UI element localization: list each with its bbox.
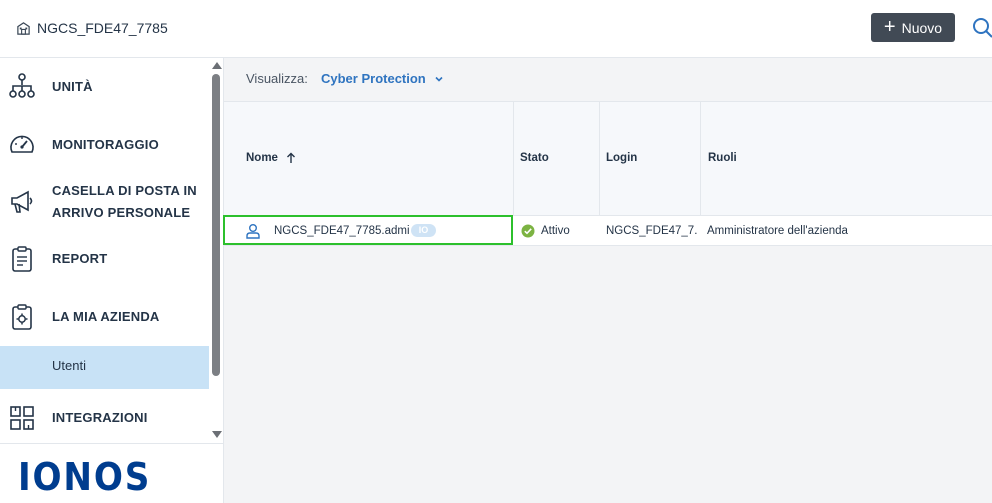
column-header-login[interactable]: Login	[599, 102, 700, 217]
top-bar: NGCS_FDE47_7785 + Nuovo	[0, 0, 992, 58]
sidebar-item-label: MONITORAGGIO	[52, 137, 159, 152]
sidebar-item-personal-inbox[interactable]: CASELLA DI POSTA IN ARRIVO PERSONALE	[0, 180, 209, 224]
sidebar-item-users[interactable]: Utenti	[0, 346, 209, 389]
clipboard-report-icon	[12, 246, 32, 272]
sort-ascending-icon[interactable]	[286, 152, 296, 164]
sidebar-item-label: INTEGRAZIONI	[52, 410, 148, 425]
search-icon[interactable]	[972, 17, 992, 39]
sidebar-scrollbar[interactable]	[209, 58, 224, 443]
tenant-selector[interactable]: NGCS_FDE47_7785	[16, 20, 168, 36]
view-selector-dropdown[interactable]: Cyber Protection	[321, 71, 444, 86]
column-header-name[interactable]: Nome	[224, 102, 513, 217]
integrations-grid-icon	[10, 406, 34, 430]
column-header-roles[interactable]: Ruoli	[700, 102, 992, 217]
view-label: Visualizza:	[246, 71, 308, 86]
table-row[interactable]: NGCS_FDE47_7785.admin IO Attivo NGCS_FDE…	[223, 215, 992, 246]
view-selector-value: Cyber Protection	[321, 71, 426, 86]
sidebar-item-label: REPORT	[52, 251, 108, 266]
new-button[interactable]: + Nuovo	[871, 13, 955, 42]
sidebar-divider	[0, 443, 224, 444]
sidebar-item-integrations[interactable]: INTEGRAZIONI	[0, 403, 209, 433]
brand-logo: IONOS	[18, 455, 152, 499]
megaphone-icon	[11, 190, 33, 213]
new-button-label: Nuovo	[901, 19, 943, 36]
main-content: Visualizza: Cyber Protection Nome Stato …	[223, 58, 992, 503]
sidebar-item-label: ARRIVO PERSONALE	[52, 205, 191, 220]
sidebar: UNITÀ MONITORAGGIO CASELLA DI POSTA IN A…	[0, 58, 224, 503]
roles-text: Amministratore dell'azienda	[707, 225, 848, 237]
sidebar-item-monitoring[interactable]: MONITORAGGIO	[0, 130, 209, 160]
building-icon	[17, 21, 30, 35]
sidebar-item-my-company[interactable]: LA MIA AZIENDA	[0, 302, 209, 332]
plus-icon: +	[883, 15, 896, 38]
view-bar: Visualizza: Cyber Protection	[224, 58, 992, 101]
sidebar-item-label: Utenti	[52, 358, 86, 373]
tenant-name: NGCS_FDE47_7785	[37, 20, 168, 36]
status-text: Attivo	[541, 225, 570, 237]
clipboard-gear-icon	[12, 304, 32, 330]
scroll-up-arrow-icon[interactable]	[212, 62, 222, 69]
sidebar-item-report[interactable]: REPORT	[0, 244, 209, 274]
login-text: NGCS_FDE47_7...	[606, 225, 698, 237]
sidebar-item-label: CASELLA DI POSTA IN	[52, 183, 197, 198]
column-header-status[interactable]: Stato	[513, 102, 599, 217]
table-header: Nome Stato Login Ruoli	[224, 101, 992, 216]
sidebar-item-label: LA MIA AZIENDA	[52, 309, 160, 324]
chevron-down-icon	[435, 76, 443, 82]
sidebar-item-label: UNITÀ	[52, 79, 93, 94]
hierarchy-icon	[9, 73, 35, 98]
scrollbar-thumb[interactable]	[212, 74, 220, 376]
check-circle-icon	[521, 224, 535, 238]
sidebar-item-units[interactable]: UNITÀ	[0, 72, 209, 102]
row-highlight-box	[223, 215, 513, 245]
scroll-down-arrow-icon[interactable]	[212, 431, 222, 438]
gauge-icon	[10, 135, 34, 153]
